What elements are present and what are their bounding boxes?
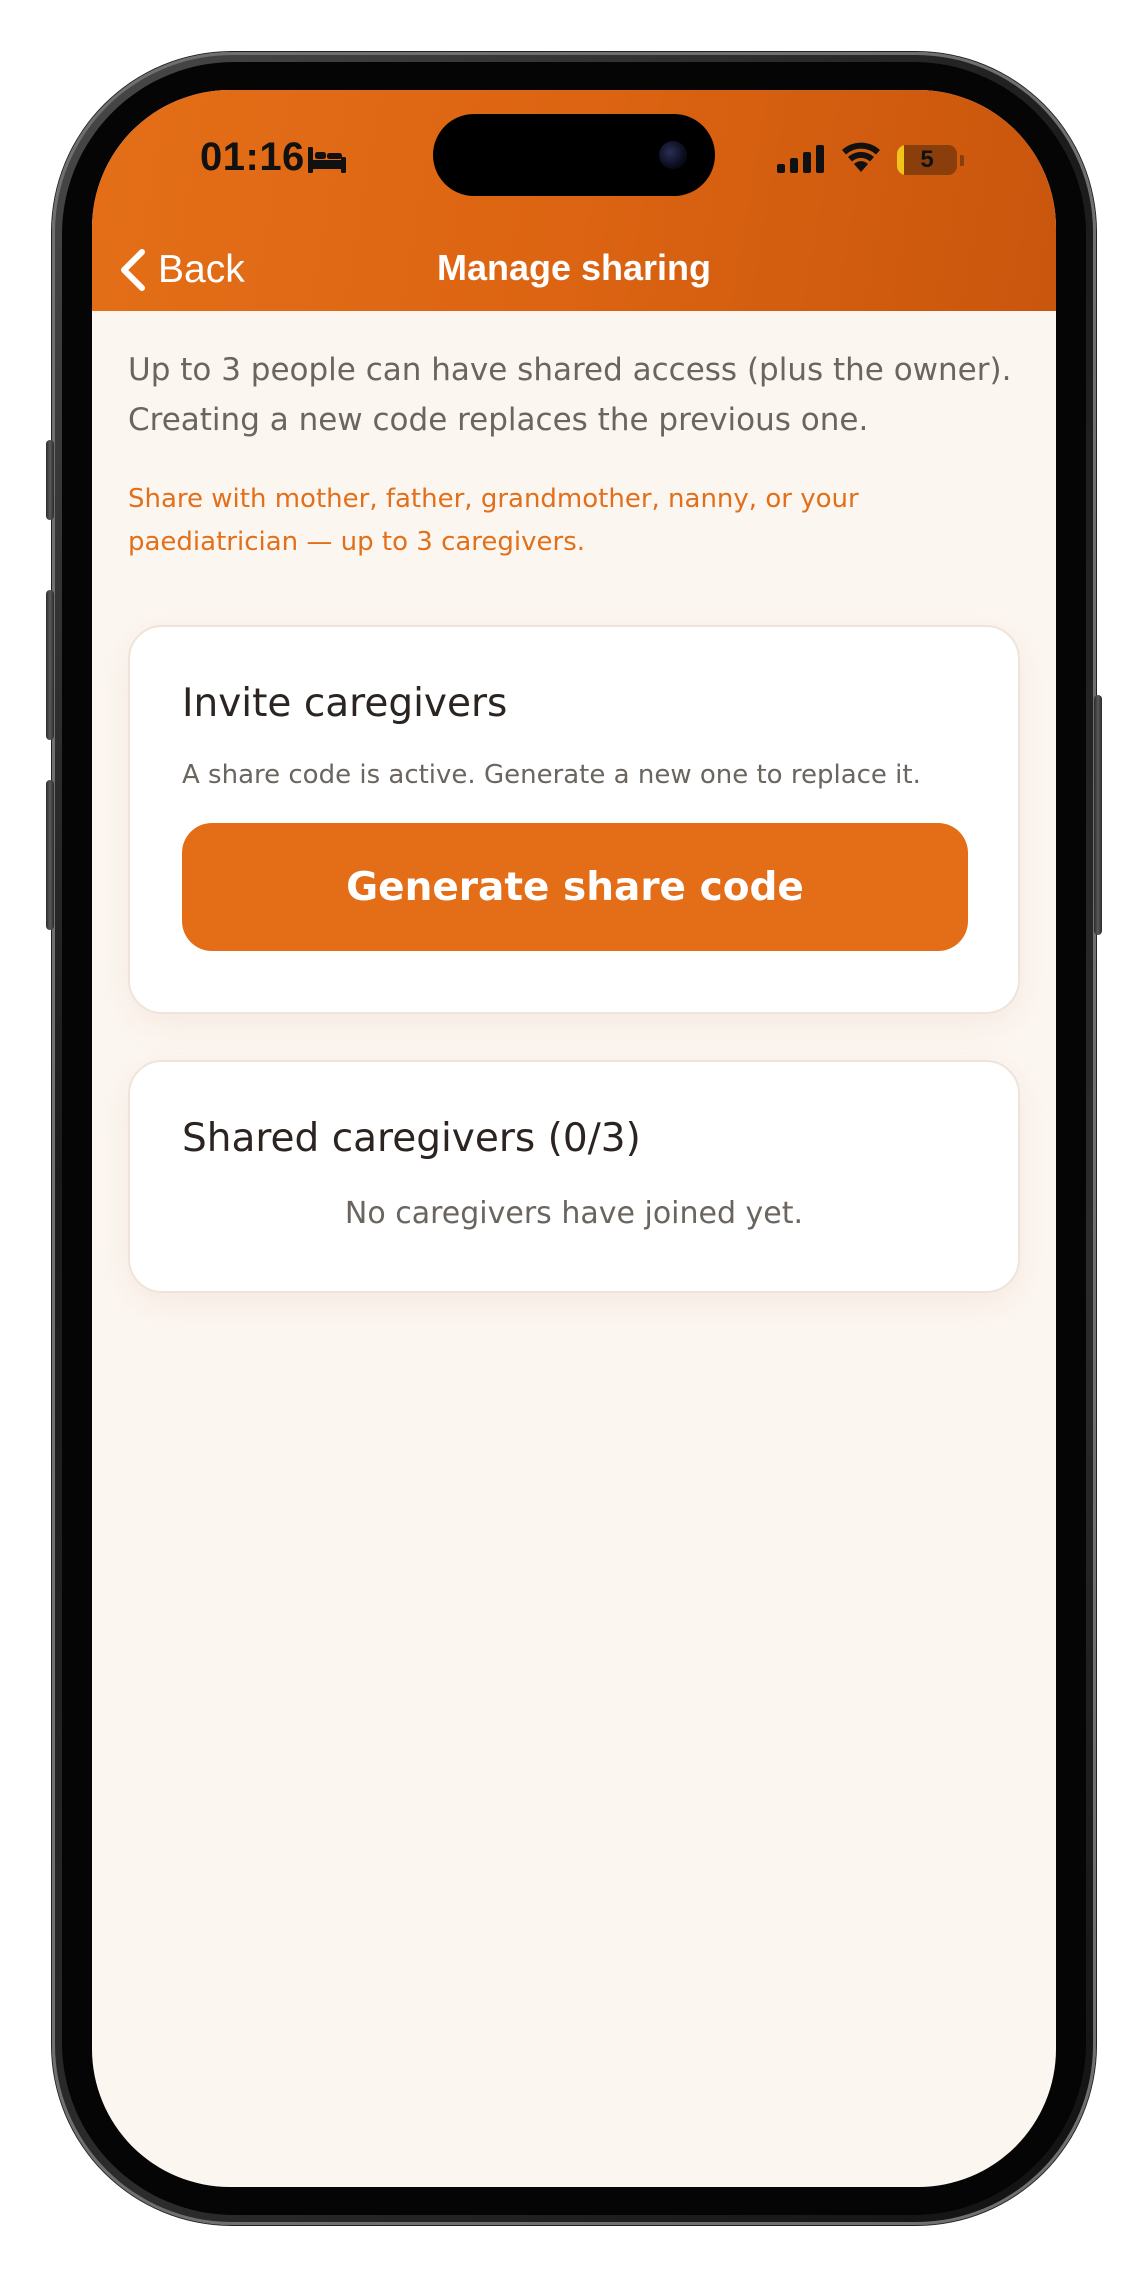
invite-card-subtitle: A share code is active. Generate a new o… [182, 760, 921, 790]
dynamic-island [433, 114, 715, 196]
app-header: 01:16 5 Back Manage sharing [92, 90, 1056, 311]
battery-cap [960, 155, 964, 166]
bed-icon [308, 147, 346, 173]
caregiver-note: Share with mother, father, grandmother, … [128, 484, 859, 557]
action-button [46, 440, 54, 520]
power-button [1094, 695, 1102, 935]
wifi-icon [842, 142, 880, 172]
camera-icon [659, 141, 687, 169]
invite-card: Invite caregivers A share code is active… [128, 625, 1020, 1014]
shared-caregivers-card: Shared caregivers (0/3) No caregivers ha… [128, 1060, 1020, 1293]
intro-text: Up to 3 people can have shared access (p… [128, 352, 1012, 438]
app-screen: 01:16 5 Back Manage sharing Up to 3 peop… [92, 90, 1056, 2187]
status-time: 01:16 [200, 135, 305, 179]
battery-icon: 5 [897, 145, 957, 175]
volume-up-button [46, 590, 54, 740]
battery-level: 5 [920, 146, 934, 173]
generate-share-code-button[interactable]: Generate share code [182, 823, 968, 951]
volume-down-button [46, 780, 54, 930]
invite-card-title: Invite caregivers [182, 681, 508, 726]
shared-caregivers-title: Shared caregivers (0/3) [182, 1116, 641, 1161]
empty-caregivers-message: No caregivers have joined yet. [344, 1196, 804, 1231]
page-title: Manage sharing [436, 247, 712, 288]
signal-icon [777, 145, 824, 173]
